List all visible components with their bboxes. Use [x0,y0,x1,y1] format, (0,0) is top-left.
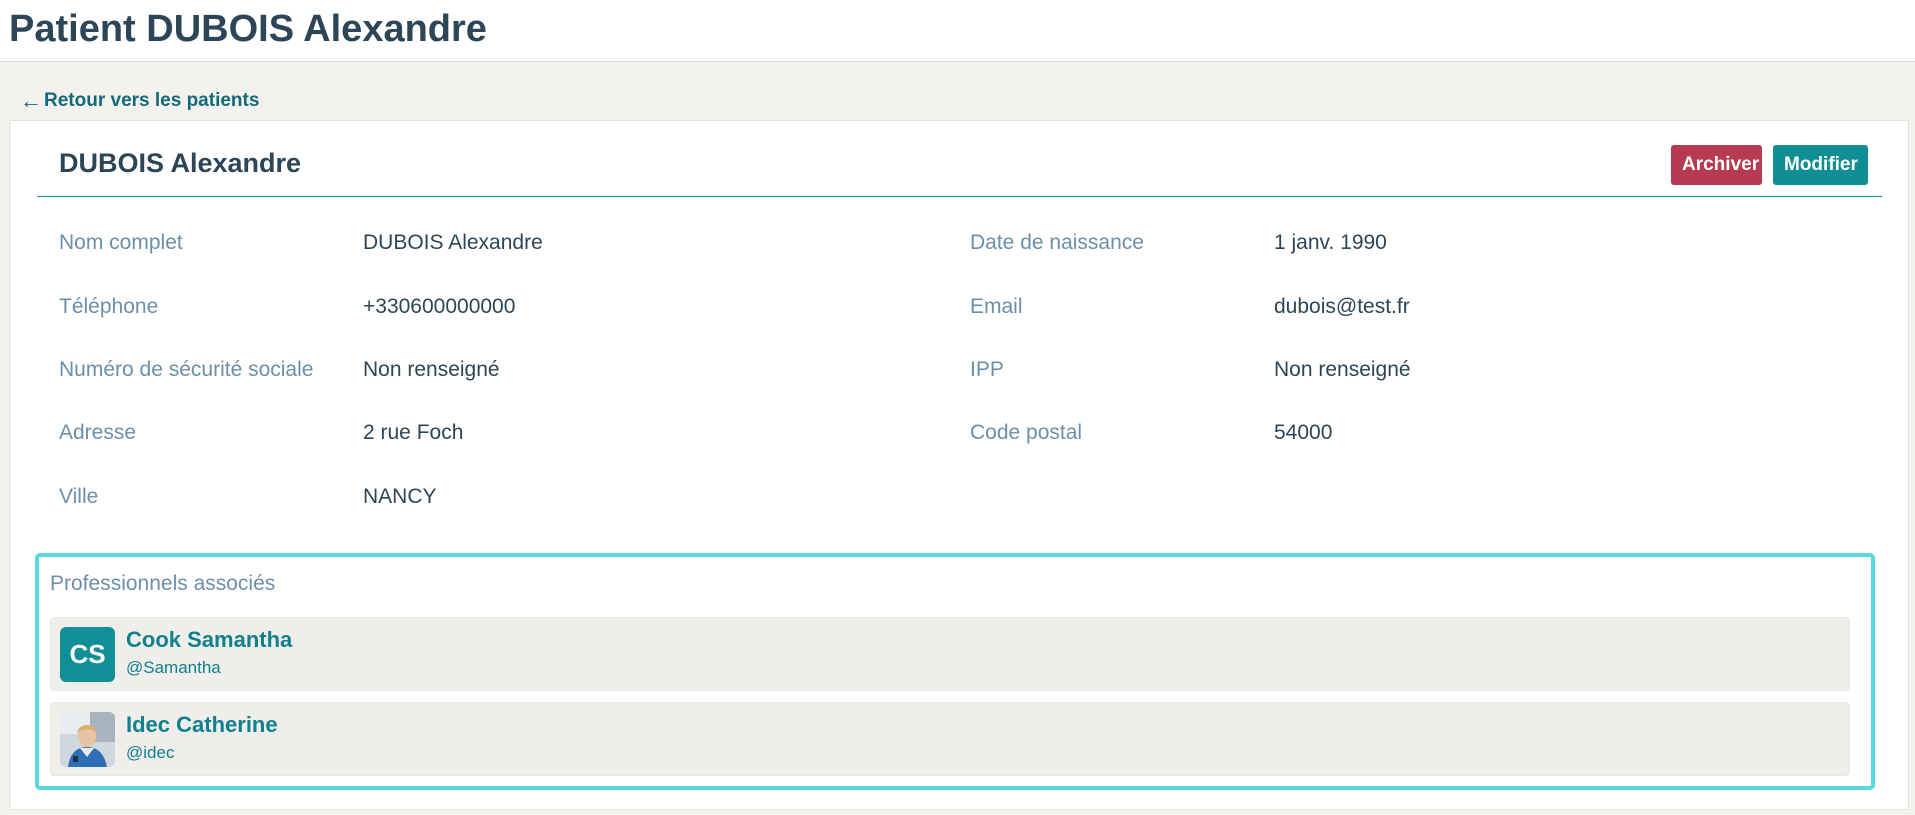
birth-date-label: Date de naissance [970,231,1144,254]
patient-card: DUBOIS Alexandre Archiver Modifier Nom c… [9,120,1909,810]
ipp-label: IPP [970,358,1004,381]
professional-list-item[interactable]: Idec Catherine @idec [50,702,1850,776]
email-label: Email [970,295,1023,318]
associated-professionals-panel: Professionnels associés CS Cook Samantha… [35,553,1875,790]
address-value: 2 rue Foch [363,421,464,444]
birth-date-value: 1 janv. 1990 [1274,231,1387,254]
postal-code-value: 54000 [1274,421,1333,444]
archive-button[interactable]: Archiver [1671,145,1762,185]
edit-button[interactable]: Modifier [1773,145,1868,185]
phone-label: Téléphone [59,295,159,318]
email-value: dubois@test.fr [1274,295,1410,318]
professional-name[interactable]: Idec Catherine [126,712,278,738]
back-link-label: Retour vers les patients [44,90,260,111]
full-name-value: DUBOIS Alexandre [363,231,543,254]
page-header: Patient DUBOIS Alexandre [0,0,1915,62]
patient-name-heading: DUBOIS Alexandre [59,148,302,178]
city-label: Ville [59,485,99,508]
professional-list-item[interactable]: CS Cook Samantha @Samantha [50,617,1850,691]
avatar: CS [60,627,115,682]
postal-code-label: Code postal [970,421,1083,444]
address-label: Adresse [59,421,137,444]
ipp-value: Non renseigné [1274,358,1411,381]
professional-handle: @idec [126,743,175,762]
nurse-portrait-icon [60,712,115,767]
associated-professionals-title: Professionnels associés [50,572,276,595]
professional-handle: @Samantha [126,658,221,677]
avatar-photo [60,712,115,767]
city-value: NANCY [363,485,437,508]
ssn-value: Non renseigné [363,358,500,381]
page-title: Patient DUBOIS Alexandre [9,8,487,50]
full-name-label: Nom complet [59,231,183,254]
professional-name[interactable]: Cook Samantha [126,627,292,653]
ssn-label: Numéro de sécurité sociale [59,358,314,381]
phone-value: +330600000000 [363,295,516,318]
back-to-patients-link[interactable]: ← Retour vers les patients [20,90,259,112]
card-header: DUBOIS Alexandre Archiver Modifier [37,121,1882,197]
arrow-left-icon: ← [20,88,42,113]
